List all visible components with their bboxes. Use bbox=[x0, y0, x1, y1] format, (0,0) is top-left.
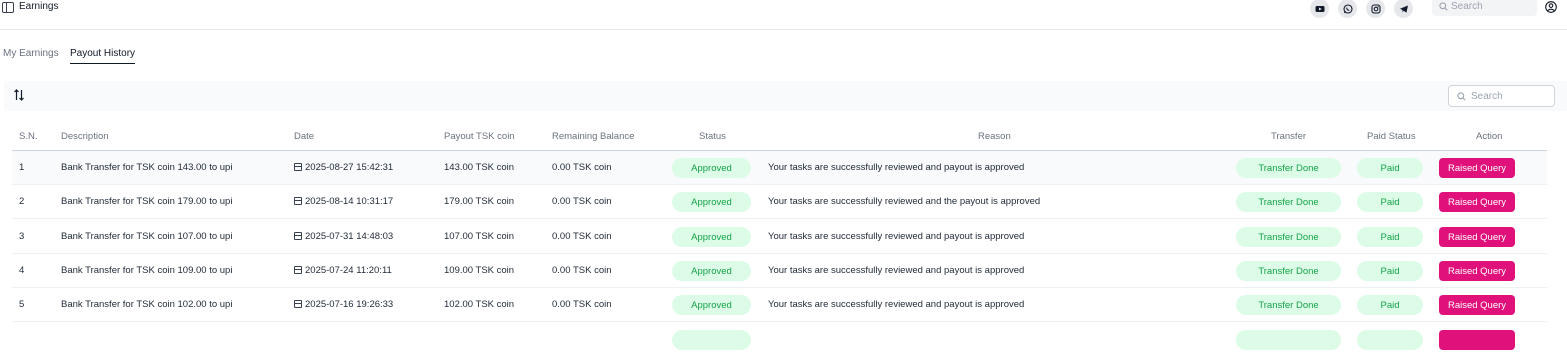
youtube-icon[interactable] bbox=[1310, 0, 1329, 18]
cell-date: 2025-07-31 14:48:03 bbox=[294, 231, 393, 242]
column-header-remaining-balance: Remaining Balance bbox=[552, 131, 635, 142]
tab-payout-history[interactable]: Payout History bbox=[70, 48, 136, 64]
cell-balance: 0.00 TSK coin bbox=[552, 162, 612, 173]
cell-sn: 1 bbox=[19, 162, 25, 173]
cell-description: Bank Transfer for TSK coin 109.00 to upi bbox=[61, 265, 233, 276]
table-row: 3 Bank Transfer for TSK coin 107.00 to u… bbox=[12, 220, 1547, 254]
cell-date: 2025-07-24 11:20:11 bbox=[294, 265, 392, 276]
transfer-badge-partial bbox=[1236, 330, 1341, 350]
calendar-icon bbox=[294, 197, 302, 205]
calendar-icon bbox=[294, 232, 302, 240]
whatsapp-icon[interactable] bbox=[1338, 0, 1357, 18]
cell-payout: 107.00 TSK coin bbox=[444, 231, 515, 242]
cell-date: 2025-08-14 10:31:17 bbox=[294, 196, 393, 207]
table-row: 5 Bank Transfer for TSK coin 102.00 to u… bbox=[12, 288, 1547, 322]
table-toolbar: Search bbox=[4, 81, 1567, 111]
cell-reason: Your tasks are successfully reviewed and… bbox=[768, 162, 1025, 173]
table-row: 2 Bank Transfer for TSK coin 179.00 to u… bbox=[12, 185, 1547, 219]
cell-description: Bank Transfer for TSK coin 107.00 to upi bbox=[61, 231, 233, 242]
status-badge: Approved bbox=[672, 295, 751, 315]
table-row: 4 Bank Transfer for TSK coin 109.00 to u… bbox=[12, 254, 1547, 288]
cell-payout: 179.00 TSK coin bbox=[444, 196, 515, 207]
top-bar: Earnings Search bbox=[0, 0, 1567, 30]
table-search-input[interactable]: Search bbox=[1448, 85, 1555, 107]
cell-reason: Your tasks are successfully reviewed and… bbox=[768, 265, 1025, 276]
table-row: 1 Bank Transfer for TSK coin 143.00 to u… bbox=[12, 151, 1547, 185]
sidebar-toggle-icon[interactable] bbox=[2, 2, 14, 13]
search-icon bbox=[1457, 92, 1466, 101]
status-badge: Approved bbox=[672, 192, 751, 212]
telegram-icon[interactable] bbox=[1394, 0, 1413, 18]
column-header-date: Date bbox=[294, 131, 315, 142]
cell-balance: 0.00 TSK coin bbox=[552, 196, 612, 207]
column-header-paid-status: Paid Status bbox=[1367, 131, 1416, 142]
paid-status-badge: Paid bbox=[1357, 295, 1423, 315]
cell-sn: 2 bbox=[19, 196, 25, 207]
cell-sn: 4 bbox=[19, 265, 25, 276]
user-avatar-icon[interactable] bbox=[1545, 1, 1557, 13]
raised-query-button[interactable]: Raised Query bbox=[1439, 158, 1515, 178]
paid-status-badge: Paid bbox=[1357, 261, 1423, 281]
cell-sn: 3 bbox=[19, 231, 25, 242]
column-header-status: Status bbox=[699, 131, 726, 142]
transfer-badge: Transfer Done bbox=[1236, 192, 1341, 212]
sort-icon[interactable] bbox=[13, 89, 25, 101]
page-title: Earnings bbox=[19, 1, 59, 12]
transfer-badge: Transfer Done bbox=[1236, 158, 1341, 178]
instagram-icon[interactable] bbox=[1366, 0, 1385, 18]
raised-query-button[interactable]: Raised Query bbox=[1439, 192, 1515, 212]
cell-payout: 102.00 TSK coin bbox=[444, 299, 515, 310]
status-badge-partial bbox=[672, 330, 751, 350]
paid-status-badge: Paid bbox=[1357, 192, 1423, 212]
transfer-badge: Transfer Done bbox=[1236, 227, 1341, 247]
column-header-action: Action bbox=[1476, 131, 1503, 142]
transfer-badge: Transfer Done bbox=[1236, 295, 1341, 315]
column-header-transfer: Transfer bbox=[1271, 131, 1307, 142]
cell-sn: 5 bbox=[19, 299, 25, 310]
table-row-partial bbox=[12, 322, 1547, 356]
cell-date: 2025-08-27 15:42:31 bbox=[294, 162, 393, 173]
paid-status-badge: Paid bbox=[1357, 227, 1423, 247]
calendar-icon bbox=[294, 300, 302, 308]
cell-date: 2025-07-16 19:26:33 bbox=[294, 299, 393, 310]
table-search-placeholder: Search bbox=[1471, 91, 1503, 102]
header-search-input[interactable]: Search bbox=[1432, 0, 1537, 16]
cell-balance: 0.00 TSK coin bbox=[552, 231, 612, 242]
status-badge: Approved bbox=[672, 261, 751, 281]
column-header-reason: Reason bbox=[978, 131, 1011, 142]
cell-description: Bank Transfer for TSK coin 143.00 to upi bbox=[61, 162, 233, 173]
search-icon bbox=[1439, 2, 1448, 11]
cell-balance: 0.00 TSK coin bbox=[552, 265, 612, 276]
cell-description: Bank Transfer for TSK coin 179.00 to upi bbox=[61, 196, 233, 207]
cell-reason: Your tasks are successfully reviewed and… bbox=[768, 231, 1025, 242]
tab-my-earnings[interactable]: My Earnings bbox=[3, 48, 59, 59]
raised-query-button-partial[interactable] bbox=[1439, 330, 1515, 350]
raised-query-button[interactable]: Raised Query bbox=[1439, 295, 1515, 315]
column-header-payout: Payout TSK coin bbox=[444, 131, 515, 142]
column-header-description: Description bbox=[61, 131, 109, 142]
cell-reason: Your tasks are successfully reviewed and… bbox=[768, 196, 1041, 207]
status-badge: Approved bbox=[672, 158, 751, 178]
cell-payout: 143.00 TSK coin bbox=[444, 162, 515, 173]
column-header-sn: S.N. bbox=[19, 131, 38, 142]
header-search-placeholder: Search bbox=[1451, 1, 1483, 12]
cell-payout: 109.00 TSK coin bbox=[444, 265, 515, 276]
paid-status-badge-partial bbox=[1357, 330, 1423, 350]
transfer-badge: Transfer Done bbox=[1236, 261, 1341, 281]
status-badge: Approved bbox=[672, 227, 751, 247]
calendar-icon bbox=[294, 266, 302, 274]
cell-reason: Your tasks are successfully reviewed and… bbox=[768, 299, 1025, 310]
calendar-icon bbox=[294, 163, 302, 171]
paid-status-badge: Paid bbox=[1357, 158, 1423, 178]
cell-balance: 0.00 TSK coin bbox=[552, 299, 612, 310]
raised-query-button[interactable]: Raised Query bbox=[1439, 261, 1515, 281]
cell-description: Bank Transfer for TSK coin 102.00 to upi bbox=[61, 299, 233, 310]
raised-query-button[interactable]: Raised Query bbox=[1439, 227, 1515, 247]
